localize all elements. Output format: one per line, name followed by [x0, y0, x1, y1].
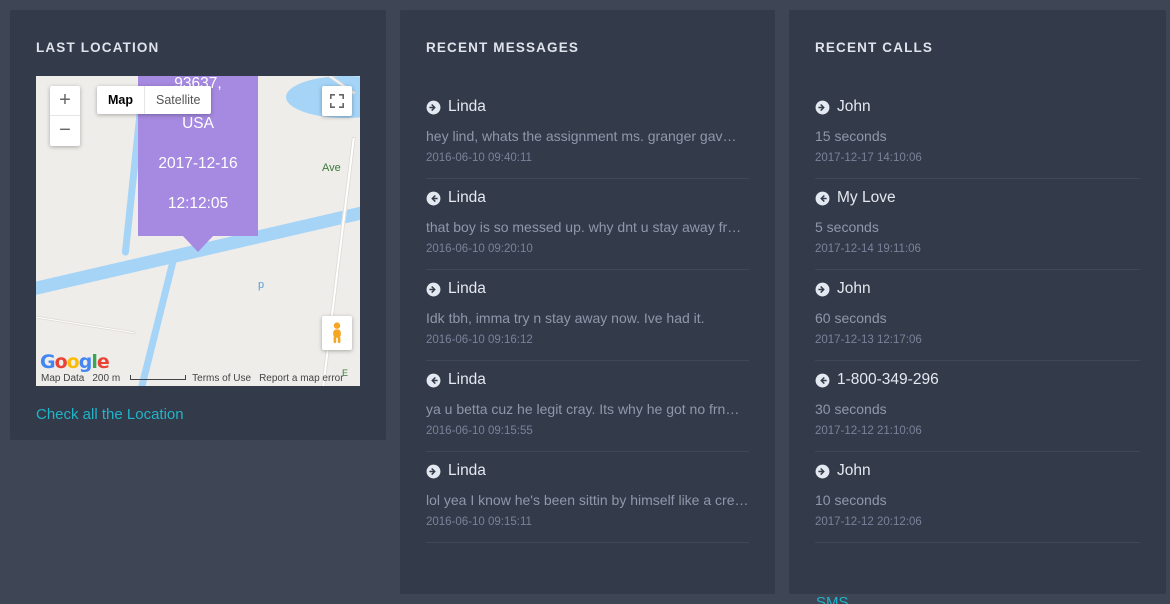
arrow-circle-left-icon	[426, 191, 441, 206]
arrow-circle-right-icon	[426, 100, 441, 115]
call-row[interactable]: John 15 seconds 2017-12-17 14:10:06	[815, 88, 1140, 179]
arrow-circle-right-icon	[815, 100, 830, 115]
page-title-last-location: LAST LOCATION	[36, 40, 160, 55]
map-terms-of-use-link[interactable]: Terms of Use	[192, 373, 251, 384]
message-body: hey lind, whats the assignment ms. grang…	[426, 128, 737, 144]
message-row[interactable]: Linda Idk tbh, imma try n stay away now. …	[426, 270, 749, 361]
call-contact-name: My Love	[837, 189, 896, 206]
call-contact: My Love	[815, 189, 1140, 207]
message-contact-name: Linda	[448, 462, 486, 479]
call-contact: John	[815, 462, 1140, 480]
call-timestamp: 2017-12-13 12:17:06	[815, 334, 922, 346]
call-contact-name: John	[837, 462, 871, 479]
message-timestamp: 2016-06-10 09:20:10	[426, 243, 533, 255]
message-contact: Linda	[426, 189, 749, 207]
call-row[interactable]: 1-800-349-296 30 seconds 2017-12-12 21:10:…	[815, 361, 1140, 452]
message-body: that boy is so messed up. why dnt u stay…	[426, 219, 742, 235]
arrow-circle-left-icon	[815, 373, 830, 388]
message-timestamp: 2016-06-10 09:40:11	[426, 152, 532, 164]
arrow-circle-right-icon	[815, 282, 830, 297]
map-water-label: p	[258, 279, 265, 291]
calls-list: John 15 seconds 2017-12-17 14:10:06 My Love…	[815, 88, 1140, 543]
call-timestamp: 2017-12-12 21:10:06	[815, 425, 922, 437]
call-contact-name: 1-800-349-296	[837, 371, 939, 388]
call-body: 30 seconds	[815, 401, 887, 417]
message-row[interactable]: Linda hey lind, whats the assignment ms. …	[426, 88, 749, 179]
card-last-location: LAST LOCATION Ave p E 93637, USA 2017-12…	[10, 10, 386, 440]
call-contact: John	[815, 280, 1140, 298]
call-timestamp: 2017-12-14 19:11:06	[815, 243, 921, 255]
message-timestamp: 2016-06-10 09:15:11	[426, 516, 532, 528]
arrow-circle-left-icon	[426, 373, 441, 388]
call-contact: 1-800-349-296	[815, 371, 1140, 389]
call-contact: John	[815, 98, 1140, 116]
call-row[interactable]: John 60 seconds 2017-12-13 12:17:06	[815, 270, 1140, 361]
map-canvas[interactable]: Ave p E 93637, USA 2017-12-16 12:12:05 +…	[36, 76, 360, 386]
call-body: 60 seconds	[815, 310, 887, 326]
call-body: 5 seconds	[815, 219, 879, 235]
message-body: lol yea I know he's been sittin by himse…	[426, 492, 749, 508]
message-contact-name: Linda	[448, 280, 486, 297]
call-body: 10 seconds	[815, 492, 887, 508]
fullscreen-icon[interactable]	[322, 86, 352, 116]
map-zoom-controls: + −	[50, 86, 80, 146]
arrow-circle-right-icon	[426, 282, 441, 297]
map-report-error-link[interactable]: Report a map error	[259, 373, 343, 384]
message-timestamp: 2016-06-10 09:16:12	[426, 334, 533, 346]
page-title-recent-calls: RECENT CALLS	[815, 40, 934, 55]
message-row[interactable]: Linda lol yea I know he's been sittin by …	[426, 452, 749, 543]
tooltip-time: 12:12:05	[167, 195, 229, 212]
call-body: 15 seconds	[815, 128, 887, 144]
message-timestamp: 2016-06-10 09:15:55	[426, 425, 533, 437]
dashboard: LAST LOCATION Ave p E 93637, USA 2017-12…	[0, 0, 1170, 604]
call-row[interactable]: My Love 5 seconds 2017-12-14 19:11:06	[815, 179, 1140, 270]
call-timestamp: 2017-12-17 14:10:06	[815, 152, 922, 164]
page-title-recent-messages: RECENT MESSAGES	[426, 40, 580, 55]
call-contact-name: John	[837, 280, 871, 297]
tooltip-date: 2017-12-16	[158, 155, 238, 172]
message-row[interactable]: Linda that boy is so messed up. why dnt u…	[426, 179, 749, 270]
message-contact: Linda	[426, 98, 749, 116]
message-body: ya u betta cuz he legit cray. Its why he…	[426, 401, 740, 417]
street-view-pegman-icon[interactable]	[322, 316, 352, 350]
messages-list: Linda hey lind, whats the assignment ms. …	[426, 88, 749, 543]
card-recent-messages: RECENT MESSAGES Linda hey lind, whats the…	[400, 10, 859, 604]
map-type-satellite-button[interactable]: Satellite	[144, 86, 211, 114]
map-data-label: Map Data	[41, 372, 85, 384]
map-type-map-button[interactable]: Map	[97, 86, 144, 114]
call-row[interactable]: John 10 seconds 2017-12-12 20:12:06	[815, 452, 1140, 543]
card-recent-calls: RECENT CALLS John 15 seconds 2017-12-17 14…	[789, 10, 1166, 594]
message-contact-name: Linda	[448, 189, 486, 206]
zoom-in-button[interactable]: +	[50, 86, 80, 116]
map-scale-label: 200 m	[92, 372, 121, 384]
map-type-switcher: Map Satellite	[97, 86, 212, 114]
zoom-out-button[interactable]: −	[50, 116, 80, 146]
map-road-label: Ave	[322, 162, 341, 174]
message-contact-name: Linda	[448, 371, 486, 388]
check-all-location-link[interactable]: Check all the Location	[36, 406, 184, 423]
message-contact-name: Linda	[448, 98, 486, 115]
message-contact: Linda	[426, 280, 749, 298]
map-scale-bar	[130, 374, 187, 380]
arrow-circle-right-icon	[426, 464, 441, 479]
call-contact-name: John	[837, 98, 871, 115]
arrow-circle-right-icon	[815, 464, 830, 479]
map-attribution-bar: Map Data 200 m Terms of Use Report a map…	[36, 370, 360, 386]
call-timestamp: 2017-12-12 20:12:06	[815, 516, 922, 528]
message-body: Idk tbh, imma try n stay away now. Ive h…	[426, 310, 705, 326]
message-contact: Linda	[426, 462, 749, 480]
arrow-circle-left-icon	[815, 191, 830, 206]
message-contact: Linda	[426, 371, 749, 389]
message-row[interactable]: Linda ya u betta cuz he legit cray. Its w…	[426, 361, 749, 452]
